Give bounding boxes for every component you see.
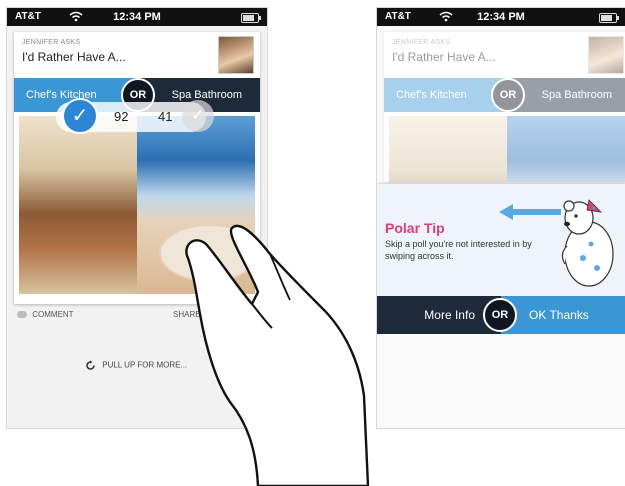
checkmark-icon: ✓ [62, 98, 98, 134]
avatar[interactable] [218, 36, 254, 74]
ok-thanks-button[interactable]: OK Thanks [501, 296, 625, 334]
hand-gesture [185, 224, 370, 486]
tip-actions-bar: More Info OK Thanks OR [377, 296, 625, 334]
comment-label: COMMENT [32, 310, 74, 319]
comment-button[interactable]: COMMENT [17, 310, 74, 319]
votes-left: 92 [114, 109, 129, 124]
status-bar: AT&T 12:34 PM [7, 8, 267, 26]
right-phone-screen: AT&T 12:34 PM JENNIFER ASKS I'd Rather H… [377, 8, 625, 428]
battery-icon [599, 13, 619, 23]
arrow-left-icon [499, 204, 561, 220]
status-bar: AT&T 12:34 PM [377, 8, 625, 26]
kitchen-photo[interactable] [19, 116, 137, 294]
comment-icon [17, 311, 27, 319]
battery-icon [241, 13, 261, 23]
checkmark-ghost-icon: ✓ [182, 100, 214, 132]
poll-question: I'd Rather Have A... [22, 50, 126, 64]
or-badge: OR [483, 298, 517, 332]
tip-title: Polar Tip [385, 220, 445, 236]
asker-label: JENNIFER ASKS [22, 39, 81, 46]
tip-text: Skip a poll you're not interested in by … [385, 239, 532, 261]
votes-right: 41 [158, 109, 173, 124]
clock: 12:34 PM [113, 11, 161, 23]
refresh-icon [86, 360, 95, 370]
polar-bear-mascot [561, 199, 614, 287]
clock: 12:34 PM [477, 11, 525, 23]
